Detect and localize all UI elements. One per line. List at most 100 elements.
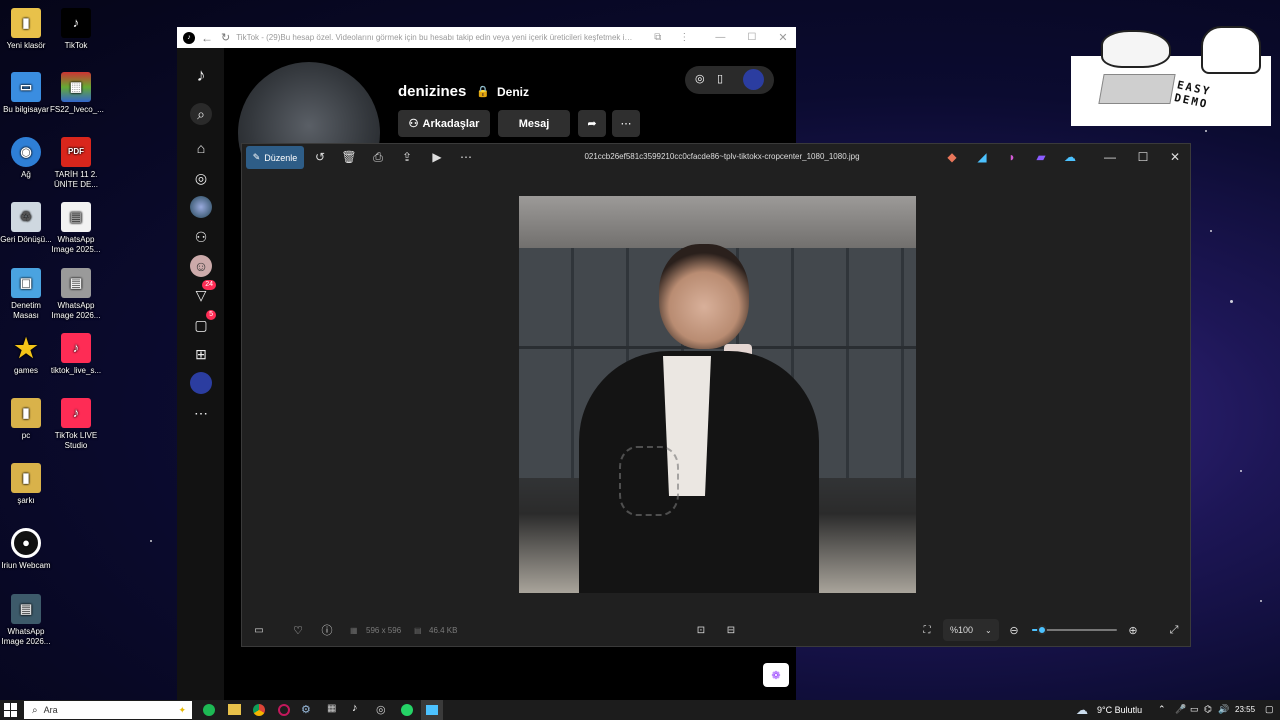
clock[interactable]: 23:55 (1235, 705, 1255, 714)
desktop-icon-tiktok-live-setup[interactable]: ♪ tiktok_live_s... (50, 333, 102, 376)
volume-icon[interactable]: 🔊 (1218, 704, 1229, 715)
compass-icon[interactable]: ◎ (695, 72, 705, 85)
paint-icon[interactable]: ▰ (1031, 147, 1051, 167)
taskbar-whatsapp[interactable] (401, 704, 413, 716)
favorite-icon[interactable]: ♡ (288, 620, 308, 640)
close-icon[interactable]: ✕ (778, 31, 787, 44)
edit-button[interactable]: ✎ Düzenle (246, 146, 304, 169)
zoom-in-icon[interactable]: ⊕ (1123, 620, 1143, 640)
display-icon[interactable]: ▭ (1190, 704, 1199, 715)
weather-icon[interactable]: ☁ (1076, 703, 1088, 717)
search-icon[interactable]: ⌕ (190, 103, 212, 125)
desktop-icon-iriun-webcam[interactable]: ● Iriun Webcam (0, 528, 52, 571)
more-options-button[interactable]: ⋯ (612, 110, 640, 137)
live-avatar-icon[interactable]: ☺ (190, 255, 212, 277)
desktop-icon-pc[interactable]: ▮ pc (0, 398, 52, 441)
photo-canvas[interactable] (519, 196, 916, 593)
delete-icon[interactable]: 🗑 (339, 147, 359, 167)
profile-avatar-icon[interactable] (190, 372, 212, 394)
clipchamp-icon[interactable]: ◗ (1002, 147, 1022, 167)
desktop-icon-this-pc[interactable]: ▭ Bu bilgisayar (0, 72, 52, 115)
friends-icon[interactable]: ⚇ (190, 226, 212, 248)
more-icon[interactable]: ⋯ (190, 402, 212, 424)
zoom-select[interactable]: %100 ⌄ (943, 619, 999, 641)
desktop-icon-whatsapp-image-1[interactable]: ▤ WhatsApp Image 2025... (50, 202, 102, 255)
friends-button[interactable]: ⚇ Arkadaşlar (398, 110, 490, 137)
share-button[interactable]: ➦ (578, 110, 606, 137)
taskbar-tiktok[interactable]: ♪ (352, 702, 358, 714)
device-icon[interactable]: ▯ (717, 72, 723, 85)
info-icon[interactable]: ⓘ (317, 620, 337, 640)
desktop-icon-sarki[interactable]: ▮ şarkı (0, 463, 52, 506)
desktop-icon-tiktok[interactable]: ♪ TikTok (50, 8, 102, 51)
back-icon[interactable]: ← (201, 31, 213, 45)
desktop-icon-fs22[interactable]: ▦ FS22_Iveco_... (50, 72, 104, 115)
maximize-icon[interactable]: ☐ (747, 32, 756, 43)
zoom-out-icon[interactable]: ⊖ (1004, 620, 1024, 640)
message-button[interactable]: Mesaj (498, 110, 570, 137)
taskbar-explorer[interactable] (228, 704, 241, 715)
desktop-icon-whatsapp-image-3[interactable]: ▤ WhatsApp Image 2026... (0, 594, 52, 647)
fit-to-window-icon[interactable]: ⛶ (917, 620, 937, 640)
tiktok-live-icon: ♪ (61, 398, 91, 428)
copilot-icon[interactable]: ◆ (942, 147, 962, 167)
close-icon[interactable]: ✕ (1165, 147, 1185, 167)
desktop-icon-whatsapp-image-2[interactable]: ▤ WhatsApp Image 2026... (50, 268, 102, 321)
explore-icon[interactable]: ◎ (190, 167, 212, 189)
more-options-icon[interactable]: ⋮ (679, 32, 689, 43)
share-icon[interactable]: ⇪ (397, 147, 417, 167)
home-icon[interactable]: ⌂ (190, 137, 212, 159)
desktop-icon-control-panel[interactable]: ▣ Denetim Masası (0, 268, 52, 321)
extensions-icon[interactable]: ⧉ (654, 32, 661, 43)
microphone-icon[interactable]: 🎤 (1175, 704, 1186, 715)
print-icon[interactable]: ⎙ (368, 147, 388, 167)
minimize-icon[interactable]: — (1100, 147, 1120, 167)
onedrive-icon[interactable]: ☁ (1060, 147, 1080, 167)
desktop-icon-pdf[interactable]: PDF TARİH 11 2. ÜNİTE DE... (50, 137, 102, 190)
notifications-icon[interactable]: ▢ (1265, 704, 1274, 715)
desktop-icon-games[interactable]: ★ games (0, 333, 52, 376)
taskbar-opera[interactable] (278, 704, 290, 716)
more-options-icon[interactable]: ⋯ (456, 147, 476, 167)
network-icon: ◉ (11, 137, 41, 167)
slideshow-icon[interactable]: ▶ (427, 147, 447, 167)
rotate-icon[interactable]: ↺ (310, 147, 330, 167)
minimize-icon[interactable]: — (715, 32, 725, 43)
desktop-icon-label: Iriun Webcam (1, 561, 51, 570)
taskbar-chrome[interactable] (253, 704, 265, 716)
reload-icon[interactable]: ↻ (221, 31, 230, 44)
start-button[interactable] (4, 703, 18, 717)
upload-icon[interactable]: ⊞ (190, 343, 212, 365)
filmstrip-icon[interactable]: ▭ (249, 620, 269, 640)
desktop-icon-new-folder[interactable]: ▮ Yeni klasör (0, 8, 52, 51)
fullscreen-icon[interactable]: ⤢ (1164, 620, 1184, 640)
taskbar-search[interactable]: ⌕ Ara ✦ (24, 701, 192, 719)
taskbar-calculator[interactable]: ▦ (327, 703, 336, 714)
following-icon[interactable] (190, 196, 212, 218)
tray-chevron-icon[interactable]: ⌃ (1158, 704, 1166, 715)
taskbar-app[interactable]: ◎ (376, 703, 386, 716)
text-extract-icon[interactable]: ⊟ (721, 620, 741, 640)
desktop-icon-tiktok-live-studio[interactable]: ♪ TikTok LIVE Studio (50, 398, 102, 451)
desktop-icon-recycle-bin[interactable]: ♻ Geri Dönüşü... (0, 202, 52, 245)
user-avatar-icon[interactable] (743, 69, 764, 90)
taskbar-photos[interactable] (421, 700, 443, 720)
filesize-icon: ▤ (414, 626, 422, 635)
star-icon: ★ (14, 333, 38, 363)
taskbar-spotify[interactable] (203, 704, 215, 716)
tiktok-logo-icon[interactable]: ♪ (190, 64, 212, 86)
zoom-slider-thumb[interactable] (1037, 625, 1048, 635)
zoom-slider[interactable] (1032, 624, 1117, 636)
desktop-icon-network[interactable]: ◉ Ağ (0, 137, 52, 180)
image-icon: ▤ (61, 268, 91, 298)
ai-assistant-icon[interactable]: ❁ (763, 663, 789, 687)
inbox-icon[interactable]: ▽ 24 (190, 280, 216, 306)
maximize-icon[interactable]: ☐ (1133, 147, 1153, 167)
taskbar-steam[interactable]: ⚙ (301, 703, 311, 716)
messages-icon[interactable]: ▢ 5 (190, 310, 216, 336)
designer-icon[interactable]: ◢ (972, 147, 992, 167)
weather-text[interactable]: 9°C Bulutlu (1097, 705, 1142, 715)
recycle-bin-icon: ♻ (11, 202, 41, 232)
network-icon[interactable]: ⌬ (1204, 704, 1212, 715)
visual-search-icon[interactable]: ⊡ (691, 620, 711, 640)
